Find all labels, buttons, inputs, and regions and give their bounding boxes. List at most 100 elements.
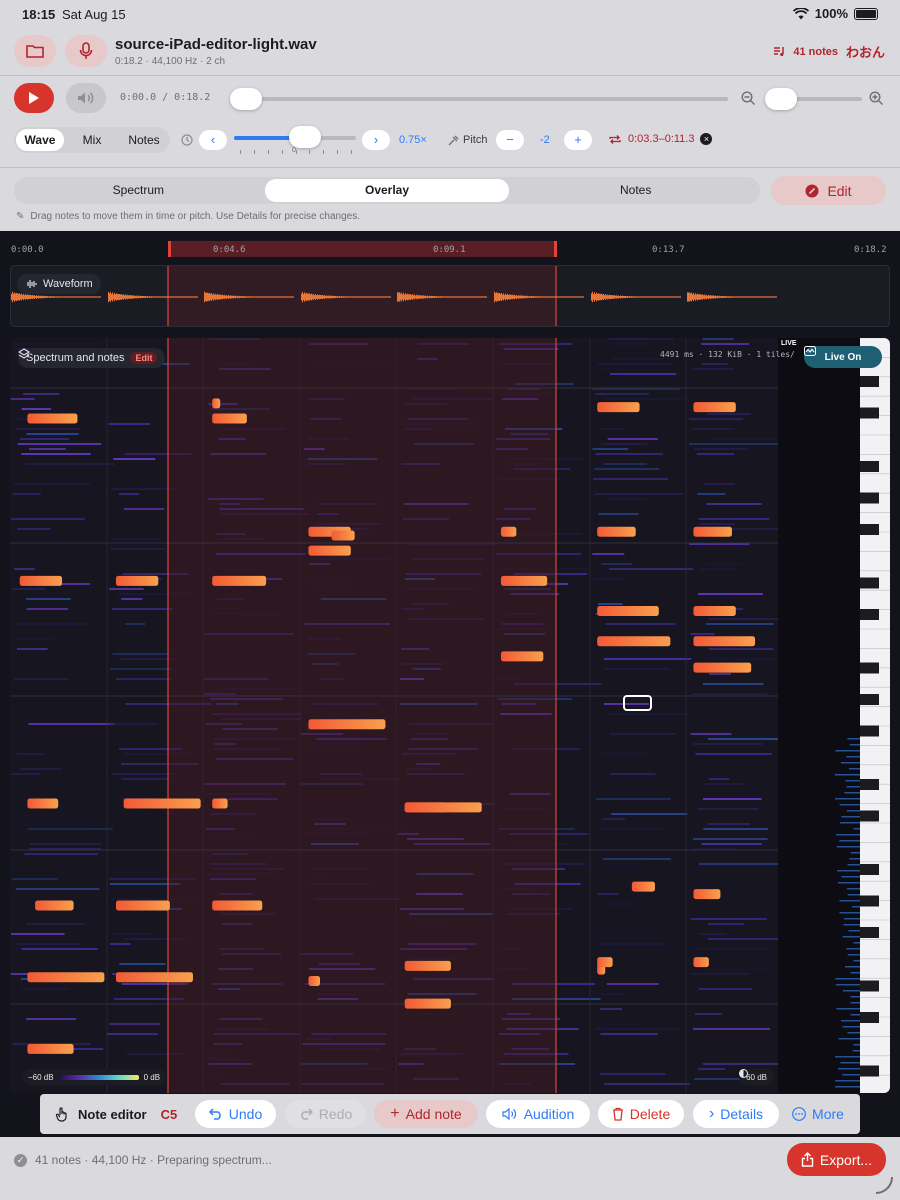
waveform-sample [691,292,692,302]
waveform-sample [499,293,500,301]
level-tick [835,750,860,752]
waveform-sample [448,296,449,298]
zoom-slider-thumb[interactable] [765,88,797,110]
audition-button[interactable]: Audition [486,1100,590,1128]
waveform-track[interactable]: Waveform [10,265,890,327]
waveform-sample [670,296,671,298]
waveform-sample [323,295,324,299]
waveform-sample [388,296,389,298]
spectrum-band [604,863,642,865]
waveform-sample [264,296,265,298]
file-name: source-iPad-editor-light.wav [115,36,317,53]
redo-button[interactable]: Redo [285,1100,366,1128]
waveform-sample [695,293,696,301]
spectrum-band [597,363,674,365]
spectrum-band [699,933,727,935]
spectrum-band [608,903,636,905]
speed-reset-icon[interactable] [181,134,193,146]
waveform-sample [620,295,621,299]
level-tick [840,762,860,764]
waveform-sample [86,296,87,298]
live-toggle-button[interactable]: Live On [804,346,882,368]
volume-button[interactable] [66,83,106,113]
waveform-sample [688,292,689,302]
waveform-sample [169,296,170,298]
level-tick [842,1026,860,1028]
timeline-mark: 0:00.0 [11,245,44,255]
edit-button[interactable]: Edit [771,176,886,205]
waveform-sample [555,296,556,298]
waveform-sample [737,296,738,298]
waveform-sample [462,296,463,298]
open-file-button[interactable] [14,35,56,67]
speed-down-button[interactable]: ‹ [199,130,227,150]
spectrum-band [28,448,66,450]
pitch-up-button[interactable]: + [564,130,592,150]
delete-button[interactable]: Delete [598,1100,684,1128]
waveform-sample [285,296,286,298]
tab-notes[interactable]: Notes [120,129,168,151]
zoom-in-icon[interactable] [869,91,884,106]
waveform-sample [144,296,145,298]
spectrum-band [701,363,728,365]
waveform-sample [406,294,407,300]
tab-notes-view[interactable]: Notes [513,179,758,202]
spectrum-band [689,443,778,445]
waveform-sample [556,296,557,298]
waveform-sample [378,296,379,298]
waveform-sample [732,296,733,298]
waveform-sample [221,295,222,299]
export-button[interactable]: Export... [787,1143,886,1176]
waveform-sample [658,296,659,298]
waveform-sample [616,295,617,299]
waveform-sample [31,295,32,299]
playback-scrubber-thumb[interactable] [230,88,262,110]
waveform-sample [699,294,700,300]
spectrum-band [604,1083,690,1085]
waveform-sample [39,295,40,299]
details-button[interactable]: › Details [693,1100,779,1128]
db-legend: −60 dB 0 dB [22,1069,167,1085]
spectrum-band [19,438,70,440]
clear-loop-button[interactable]: × [700,133,713,145]
tab-wave[interactable]: Wave [16,129,64,151]
record-button[interactable] [65,35,107,67]
waveform-sample [676,296,677,298]
spectrum-band [10,773,40,775]
note-block [308,719,386,730]
note-block [212,413,247,424]
spectrum-overlay[interactable]: Spectrum and notes Edit 4491 ms · 132 Ki… [10,338,890,1093]
play-button[interactable] [14,83,54,113]
level-tick [839,900,860,902]
note-block [331,530,355,541]
waveform-sample [532,296,533,298]
waveform-sample [563,296,564,298]
waveform-sample [340,296,341,298]
tab-spectrum[interactable]: Spectrum [16,179,261,202]
spectrum-band [598,993,625,995]
timeline-ruler[interactable]: 0:00.0 0:04.6 0:09.1 0:13.7 0:18.2 [0,231,900,263]
resize-handle-icon[interactable] [874,1175,894,1195]
spectrum-band [707,923,745,925]
tab-overlay[interactable]: Overlay [264,179,510,202]
waveform-sample [481,296,482,298]
playback-scrubber[interactable] [238,97,728,101]
spectrum-edit-badge[interactable]: Edit [130,352,158,364]
wifi-icon [792,7,809,19]
pitch-down-button[interactable]: − [496,130,524,150]
spectrum-band [607,438,658,440]
speed-up-button[interactable]: › [362,130,390,150]
more-button[interactable]: More [785,1100,851,1128]
spectrum-band [605,623,676,625]
undo-button[interactable]: Undo [195,1100,276,1128]
waveform-sample [88,296,89,298]
zoom-out-icon[interactable] [741,91,756,106]
speed-slider-thumb[interactable] [288,126,321,148]
tab-mix[interactable]: Mix [68,129,116,151]
waveform-sample [451,296,452,298]
add-note-button[interactable]: + Add note [374,1100,478,1128]
spectrum-band [694,448,748,450]
db-range-button[interactable]: 60 dB [739,1069,774,1085]
level-tick [842,990,860,992]
waveform-sample [399,292,400,302]
